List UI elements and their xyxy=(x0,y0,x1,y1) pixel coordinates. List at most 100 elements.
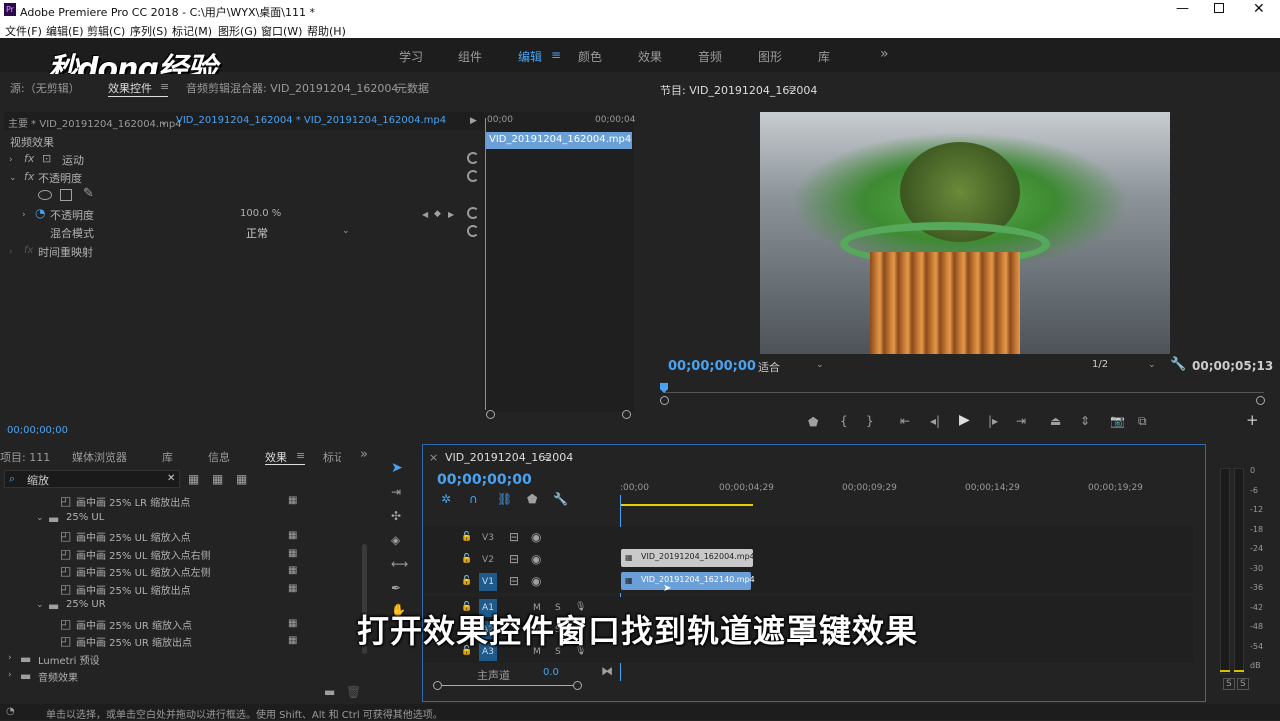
blend-mode-select[interactable]: 正常 ⌄ xyxy=(242,224,354,240)
lift-icon[interactable]: ⏏ xyxy=(1050,415,1061,427)
go-to-in-icon[interactable]: ⇤ xyxy=(900,415,910,427)
effects-folder[interactable]: ⌄ ▬ 25% UR xyxy=(0,597,360,615)
clear-search-icon[interactable]: ✕ xyxy=(167,473,175,485)
solo-left-button[interactable]: S xyxy=(1223,678,1235,690)
wrench-icon[interactable]: 🔧 xyxy=(1170,358,1186,371)
tab-markers[interactable]: 标记 xyxy=(323,449,341,465)
workspace-libraries[interactable]: 库 xyxy=(818,48,830,65)
effects-preset[interactable]: ◰ ▦ 画中画 25% UL 缩放入点右侧 xyxy=(0,545,360,563)
new-bin-icon[interactable]: ▬ xyxy=(324,686,335,698)
razor-tool-icon[interactable]: ◈ xyxy=(391,534,400,546)
tab-media-browser[interactable]: 媒体浏览器 xyxy=(72,449,127,465)
mark-in-icon[interactable]: { xyxy=(840,415,848,427)
expand-motion-icon[interactable]: › xyxy=(9,154,13,166)
timeline-menu-icon[interactable]: ≡ xyxy=(543,451,552,464)
menu-window[interactable]: 窗口(W) xyxy=(261,23,302,39)
step-forward-icon[interactable]: |▸ xyxy=(988,415,998,427)
track-v3[interactable]: 🔓 V3 ⊟ ◉ xyxy=(423,527,1193,549)
reset-opacity-param-icon[interactable] xyxy=(467,207,479,219)
maximize-icon[interactable] xyxy=(1214,3,1224,13)
solo-right-button[interactable]: S xyxy=(1237,678,1249,690)
effects-folder[interactable]: ⌄ ▬ 25% UL xyxy=(0,510,360,528)
expand-opacity-param-icon[interactable]: › xyxy=(22,209,26,221)
reset-motion-icon[interactable] xyxy=(467,152,479,164)
track-target-button[interactable]: V2 xyxy=(479,551,497,569)
effects-search-box[interactable]: ⌕ 缩放 ✕ xyxy=(4,470,180,488)
go-to-out-icon[interactable]: ⇥ xyxy=(1016,415,1026,427)
ripple-edit-tool-icon[interactable]: ✣ xyxy=(391,510,401,522)
play-icon[interactable]: ▶ xyxy=(959,413,970,427)
ec-clip-bar[interactable]: VID_20191204_162004.mp4 xyxy=(486,132,632,149)
workspace-audio[interactable]: 音频 xyxy=(698,48,722,65)
master-track-value[interactable]: 0.0 xyxy=(543,667,559,678)
chevron-down-icon[interactable]: ⌄ xyxy=(36,512,44,524)
effects-folder[interactable]: › ▬ 音频效果 xyxy=(0,667,360,685)
ec-playhead[interactable] xyxy=(485,118,486,410)
tab-audio-mixer[interactable]: 音频剪辑混合器: VID_20191204_162004 xyxy=(186,80,398,96)
track-target-button[interactable]: V3 xyxy=(479,529,497,547)
lock-icon[interactable]: 🔓 xyxy=(461,575,472,587)
play-only-icon[interactable]: ▶ xyxy=(470,115,477,127)
program-video-frame[interactable] xyxy=(760,112,1170,354)
clip-v1[interactable]: ▦ VID_20191204_162140.mp4 xyxy=(621,572,755,590)
timeline-zoom-right[interactable] xyxy=(573,681,582,690)
workspace-menu-icon[interactable]: ≡ xyxy=(551,48,561,62)
workspace-effects[interactable]: 效果 xyxy=(638,48,662,65)
ec-sequence-clip[interactable]: VID_20191204_162004 * VID_20191204_16200… xyxy=(176,115,446,126)
program-zoom-right[interactable] xyxy=(1256,396,1265,405)
workspace-editing[interactable]: 编辑 xyxy=(518,48,542,65)
timeline-close-icon[interactable]: × xyxy=(429,451,438,464)
menu-help[interactable]: 帮助(H) xyxy=(307,23,346,39)
track-target-button[interactable]: V1 xyxy=(479,573,497,591)
mark-out-icon[interactable]: } xyxy=(866,415,874,427)
stopwatch-icon[interactable]: ◔ xyxy=(35,207,45,219)
add-marker-icon[interactable]: ⬟ xyxy=(808,416,818,428)
tab-libraries[interactable]: 库 xyxy=(162,449,173,465)
tab-source[interactable]: 源:（无剪辑） xyxy=(10,80,80,96)
nest-icon[interactable]: ✲ xyxy=(441,493,451,505)
menu-edit[interactable]: 编辑(E) xyxy=(46,23,84,39)
reset-opacity-icon[interactable] xyxy=(467,170,479,182)
track-v1[interactable]: 🔓 V1 ⊟ ◉ xyxy=(423,571,1193,593)
menu-file[interactable]: 文件(F) xyxy=(5,23,42,39)
next-keyframe-icon[interactable]: ▶ xyxy=(448,209,454,221)
timeline-ruler[interactable]: :00;00 00;00;04;29 00;00;09;29 00;00;14;… xyxy=(620,481,1192,511)
chevron-down-icon[interactable]: ⌄ xyxy=(160,117,168,129)
expand-time-remap-icon[interactable]: › xyxy=(9,246,13,258)
32bit-effects-icon[interactable]: ▦ xyxy=(212,473,223,485)
tab-metadata[interactable]: 元数据 xyxy=(396,80,429,96)
chevron-right-icon[interactable]: › xyxy=(8,652,12,664)
master-end-icon[interactable]: ⧓ xyxy=(601,665,613,677)
tab-effects[interactable]: 效果 xyxy=(265,449,287,465)
ellipse-mask-icon[interactable] xyxy=(38,190,52,200)
tab-info[interactable]: 信息 xyxy=(208,449,230,465)
ec-master-clip[interactable]: 主要 * VID_20191204_162004.mp4 xyxy=(8,115,182,130)
pen-mask-icon[interactable]: ✎ xyxy=(83,187,94,200)
effects-preset[interactable]: ◰ ▦ 画中画 25% LR 缩放出点 xyxy=(0,492,360,510)
workspace-learn[interactable]: 学习 xyxy=(399,48,423,65)
tab-menu-icon[interactable]: ≡ xyxy=(160,80,169,93)
fx-icon[interactable]: fx xyxy=(24,153,34,165)
sync-lock-icon[interactable]: ⊟ xyxy=(509,575,519,587)
close-icon[interactable]: ✕ xyxy=(1253,1,1265,17)
eye-icon[interactable]: ◉ xyxy=(531,575,541,587)
chevron-right-icon[interactable]: › xyxy=(8,669,12,681)
track-select-tool-icon[interactable]: ⇥ xyxy=(391,486,401,498)
button-editor-icon[interactable]: + xyxy=(1246,413,1259,428)
fx-icon[interactable]: fx xyxy=(24,171,34,183)
linked-selection-icon[interactable]: ⛓ xyxy=(497,493,512,505)
tab-project[interactable]: 项目: 111 xyxy=(0,449,50,465)
expand-opacity-icon[interactable]: ⌄ xyxy=(9,172,17,184)
effects-menu-icon[interactable]: ≡ xyxy=(296,449,305,462)
eye-icon[interactable]: ◉ xyxy=(531,531,541,543)
effects-preset[interactable]: ◰ ▦ 画中画 25% UL 缩放入点 xyxy=(0,527,360,545)
add-marker-icon[interactable]: ⬟ xyxy=(527,493,537,505)
effects-preset[interactable]: ◰ ▦ 画中画 25% UL 缩放出点 xyxy=(0,580,360,598)
program-scrub-bar[interactable] xyxy=(664,392,1264,393)
sync-lock-icon[interactable]: ⊟ xyxy=(509,553,519,565)
program-zoom-left[interactable] xyxy=(660,396,669,405)
lock-icon[interactable]: 🔓 xyxy=(461,531,472,543)
accelerated-effects-icon[interactable]: ▦ xyxy=(188,473,199,485)
reset-blend-icon[interactable] xyxy=(467,225,479,237)
export-frame-icon[interactable]: 📷 xyxy=(1110,415,1125,427)
